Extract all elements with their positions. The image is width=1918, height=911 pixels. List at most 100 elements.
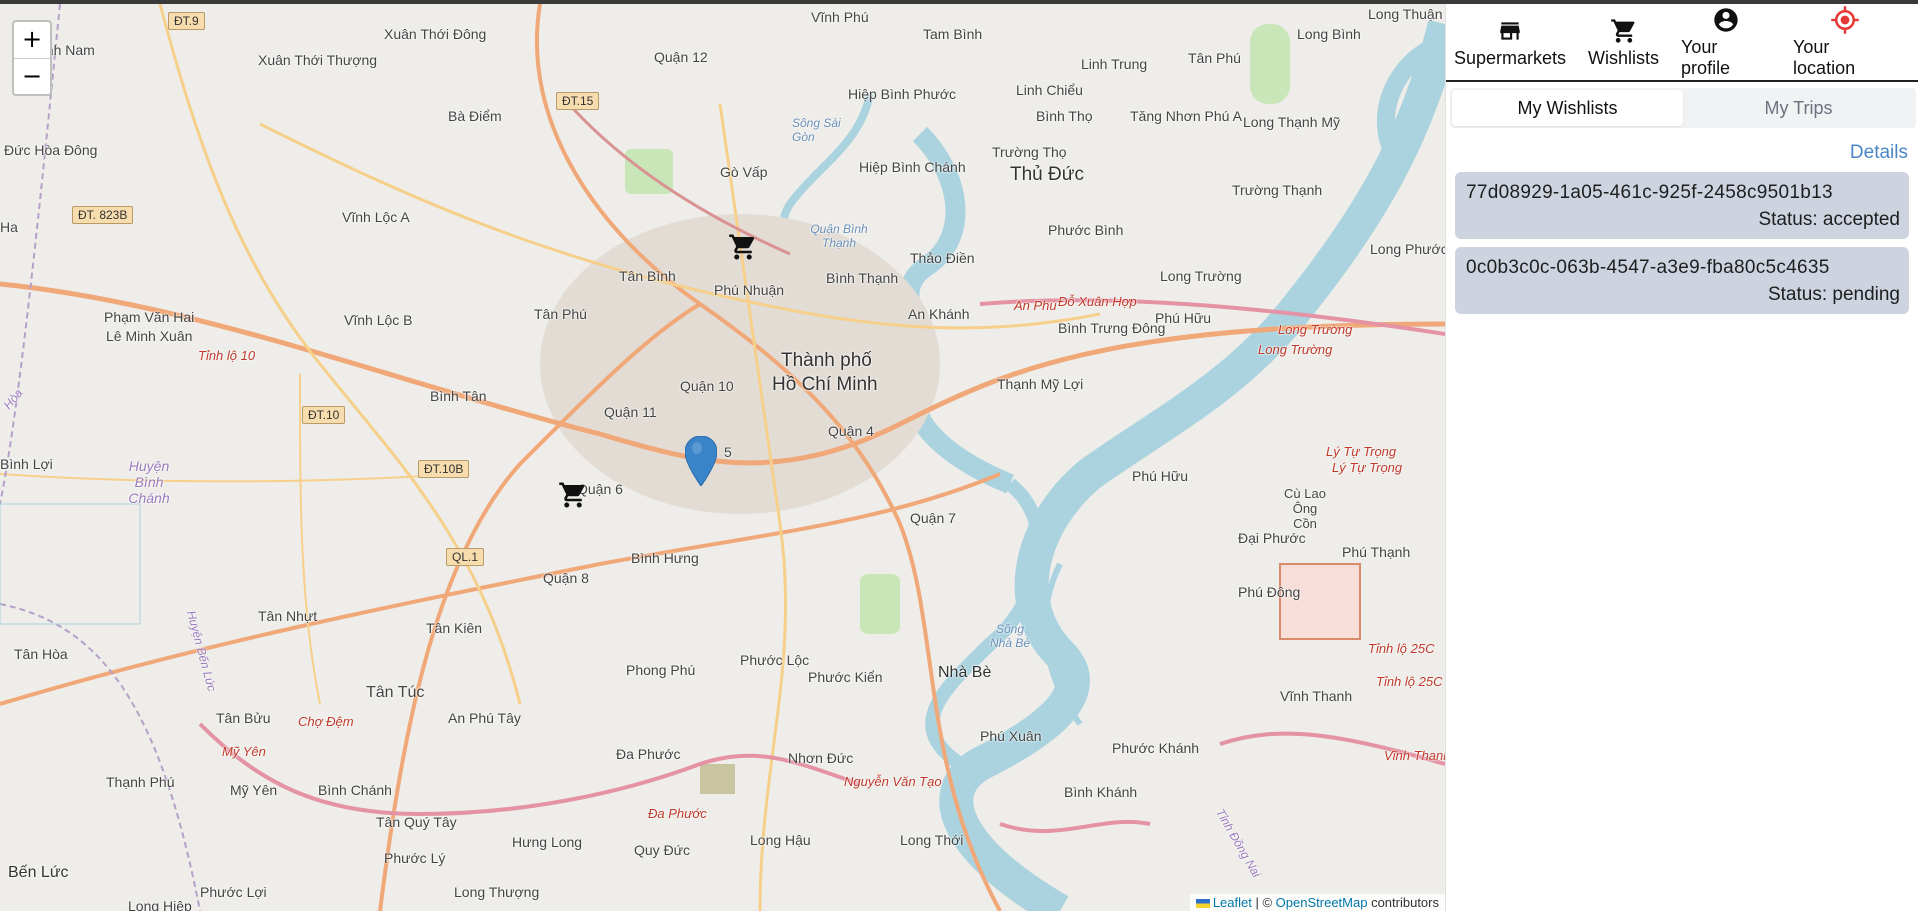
road-shield: ĐT. 823B xyxy=(72,206,134,224)
wishlist-id: 77d08929-1a05-461c-925f-2458c9501b13 xyxy=(1466,182,1833,203)
place-label: Long Trường xyxy=(1160,268,1242,284)
place-label: Tân Túc xyxy=(366,684,425,701)
place-label: Phước Lý xyxy=(384,850,446,866)
map-base-layer xyxy=(0,4,1445,911)
place-label: Long Thới xyxy=(900,832,964,848)
place-label: Lê Minh Xuân xyxy=(106,328,193,344)
place-label: Xuân Thới Thượng xyxy=(258,52,378,68)
place-label: 5 xyxy=(724,444,732,460)
place-label: Hưng Long xyxy=(512,834,583,850)
openstreetmap-link[interactable]: OpenStreetMap xyxy=(1276,895,1368,910)
place-label: Tân Quý Tây xyxy=(376,814,457,830)
place-label: Bình Chánh xyxy=(318,782,392,798)
place-label: Thành phố xyxy=(781,350,872,371)
place-label: Bến Lức xyxy=(8,864,69,881)
place-label: Hiệp Bình Chánh xyxy=(859,159,966,175)
wishlist-card[interactable]: 0c0b3c0c-063b-4547-a3e9-fba80c5c4635 Sta… xyxy=(1455,247,1909,314)
place-label: Huyện Bình Chánh xyxy=(128,458,170,506)
road-shield: QL.1 xyxy=(446,548,485,566)
supermarket-marker-cart-icon[interactable] xyxy=(728,232,758,269)
place-label: Long Hiệp xyxy=(128,898,192,911)
place-label: Thạnh Phú xyxy=(106,774,175,790)
place-label: Quận 11 xyxy=(604,404,657,420)
place-label: Vĩnh Thanh xyxy=(1280,688,1353,704)
place-label: Phước Khánh xyxy=(1112,740,1200,756)
attribution-suffix: contributors xyxy=(1367,895,1439,910)
place-label: Phú Hữu xyxy=(1132,468,1189,484)
road-label: Đỗ Xuân Hợp xyxy=(1058,294,1137,309)
nav-wishlists[interactable]: Wishlists xyxy=(1588,4,1659,80)
wishlist-status: Status: pending xyxy=(1767,284,1900,305)
place-label: Quận 12 xyxy=(654,49,708,65)
place-label: Bình Hưng xyxy=(631,550,699,566)
nav-supermarkets-label: Supermarkets xyxy=(1454,47,1567,68)
water-label: Quận Bình Thạnh xyxy=(810,222,868,250)
road-label: Lý Tự Trọng xyxy=(1332,460,1403,475)
place-label: Bà Điểm xyxy=(448,108,502,124)
store-icon xyxy=(1497,16,1523,46)
zoom-in-button[interactable]: + xyxy=(14,22,50,58)
place-label: Ha xyxy=(0,219,18,235)
place-label: Quy Đức xyxy=(634,842,691,858)
wishlist-status: Status: accepted xyxy=(1758,209,1900,230)
tab-my-wishlists[interactable]: My Wishlists xyxy=(1452,90,1683,126)
place-label: Long Phước xyxy=(1370,241,1445,257)
road-label: Nguyễn Văn Tạo xyxy=(844,774,942,789)
place-label: Thảo Điền xyxy=(910,250,975,266)
wishlist-list: 77d08929-1a05-461c-925f-2458c9501b13 Sta… xyxy=(1446,164,1918,314)
place-label: Phú Nhuận xyxy=(714,282,785,298)
place-label: Phú Đông xyxy=(1238,584,1301,600)
zoom-out-button[interactable]: − xyxy=(14,58,50,94)
place-label: Bình Trưng Đông xyxy=(1058,320,1166,336)
place-label: Tân Phú xyxy=(534,306,587,322)
nav-your-location[interactable]: Your location xyxy=(1793,4,1896,80)
road-label: An Phú xyxy=(1014,298,1057,313)
road-label: Chợ Đệm xyxy=(298,714,354,729)
place-label: Tân Phú xyxy=(1188,50,1241,66)
road-label: Đa Phước xyxy=(648,806,707,821)
water-label: Sông Nhà Bè xyxy=(989,622,1031,650)
top-nav: Supermarkets Wishlists Your profile Your… xyxy=(1446,4,1918,82)
attribution-separator: | © xyxy=(1251,895,1276,910)
place-label: Đức Hòa Đông xyxy=(4,142,98,158)
nav-supermarkets[interactable]: Supermarkets xyxy=(1454,4,1566,80)
place-label: Quận 8 xyxy=(543,570,589,586)
place-label: Nhà Bè xyxy=(938,664,992,681)
place-label: Thạnh Mỹ Lợi xyxy=(997,376,1084,392)
tab-my-trips[interactable]: My Trips xyxy=(1683,90,1914,126)
road-label: Lý Tự Trọng xyxy=(1326,444,1397,459)
wishlist-tabs: My Wishlists My Trips xyxy=(1450,88,1916,128)
nav-wishlists-label: Wishlists xyxy=(1588,47,1660,68)
details-link[interactable]: Details xyxy=(1446,142,1908,164)
gps-target-icon xyxy=(1830,5,1860,35)
place-label: Xuân Thới Đông xyxy=(384,26,487,42)
place-label: Trường Thạnh xyxy=(1232,182,1323,198)
place-label: Quận 4 xyxy=(828,423,874,439)
place-label: Tân Hòa xyxy=(14,646,68,662)
supermarket-marker-cart-icon[interactable] xyxy=(558,480,588,517)
road-label: Long Trường xyxy=(1258,342,1333,357)
place-label: Linh Trung xyxy=(1081,56,1148,72)
place-label: An Phú Tây xyxy=(448,710,521,726)
place-label: Long Thuận xyxy=(1368,6,1443,22)
place-label: Phạm Văn Hai xyxy=(104,309,195,325)
current-location-pin-icon[interactable] xyxy=(684,435,718,491)
leaflet-link[interactable]: Leaflet xyxy=(1213,895,1252,910)
zoom-control: + − xyxy=(12,20,52,96)
place-label: Tân Nhựt xyxy=(258,608,318,624)
water-label: Sông Sài Gòn xyxy=(792,116,841,144)
place-label: Phú Xuân xyxy=(980,728,1042,744)
wishlist-card[interactable]: 77d08929-1a05-461c-925f-2458c9501b13 Sta… xyxy=(1455,172,1909,239)
road-shield: ĐT.9 xyxy=(168,12,205,30)
road-label: Long Trường xyxy=(1278,322,1353,337)
place-label: Bình Thọ xyxy=(1036,108,1093,124)
place-label: Linh Chiểu xyxy=(1016,82,1083,98)
map-view[interactable]: Xuân Thới Đông Xuân Thới Thượng Quận 12 … xyxy=(0,4,1445,911)
nav-your-profile[interactable]: Your profile xyxy=(1681,4,1771,80)
side-panel: Supermarkets Wishlists Your profile Your… xyxy=(1445,4,1918,911)
place-label: Mỹ Yên xyxy=(230,782,278,798)
place-label: Đại Phước xyxy=(1238,530,1306,546)
place-label: Nhơn Đức xyxy=(788,750,854,766)
place-label: Phú Hữu xyxy=(1155,310,1212,326)
place-label: Hồ Chí Minh xyxy=(772,374,878,395)
